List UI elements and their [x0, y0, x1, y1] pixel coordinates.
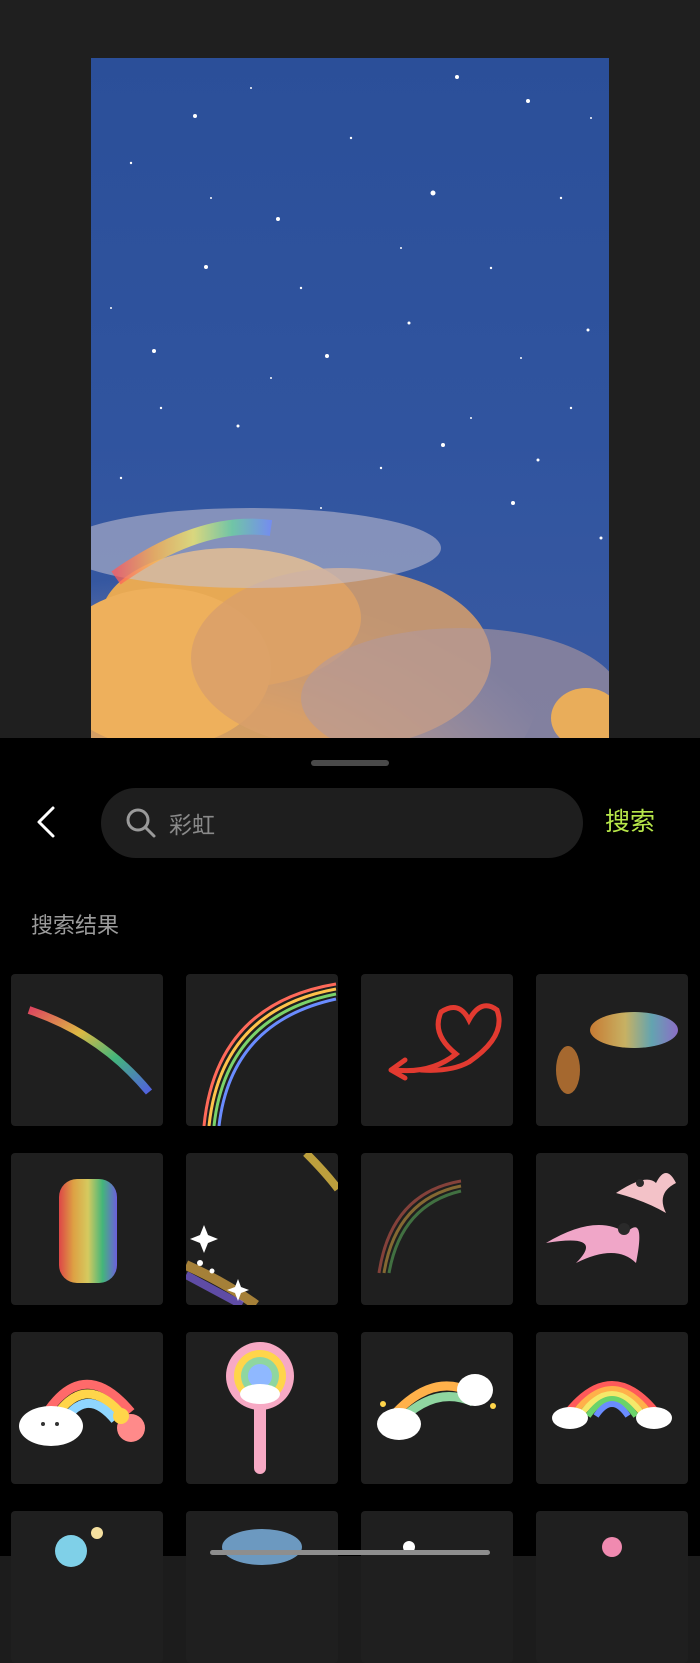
- back-button[interactable]: [24, 800, 68, 844]
- red-heart-arrow-sticker[interactable]: [361, 974, 513, 1126]
- pink-birds-sticker[interactable]: [536, 1153, 688, 1305]
- faint-rainbow-arc-sticker[interactable]: [361, 1153, 513, 1305]
- cloud-rainbow-friends-sticker[interactable]: [361, 1332, 513, 1484]
- rainbow-arc-sticker[interactable]: [186, 974, 338, 1126]
- partial-sticker-3[interactable]: [361, 1511, 513, 1663]
- rainbow-light-leak-sticker[interactable]: [536, 974, 688, 1126]
- search-button[interactable]: 搜索: [605, 800, 655, 844]
- partial-sticker-2[interactable]: [186, 1511, 338, 1663]
- home-indicator[interactable]: [210, 1550, 490, 1555]
- canvas-image[interactable]: [91, 58, 609, 738]
- sparkle-rainbow-sticker[interactable]: [186, 1153, 338, 1305]
- chevron-left-icon: [37, 806, 55, 838]
- rainbow-clouds-sticker[interactable]: [536, 1332, 688, 1484]
- rainbow-lollipop-sticker[interactable]: [186, 1332, 338, 1484]
- sticker-search-sheet: 搜索 搜索结果: [0, 738, 700, 1663]
- results-heading: 搜索结果: [31, 914, 120, 939]
- partial-sticker-1[interactable]: [11, 1511, 163, 1663]
- partial-sticker-4[interactable]: [536, 1511, 688, 1663]
- rainbow-streak-sticker[interactable]: [11, 974, 163, 1126]
- search-bar[interactable]: [101, 788, 583, 858]
- drag-handle[interactable]: [311, 760, 389, 766]
- editor-preview: [0, 0, 700, 738]
- cloud-rainbow-flowers-sticker[interactable]: [11, 1332, 163, 1484]
- search-icon: [126, 808, 156, 838]
- search-input[interactable]: [167, 809, 531, 837]
- rainbow-bar-sticker[interactable]: [11, 1153, 163, 1305]
